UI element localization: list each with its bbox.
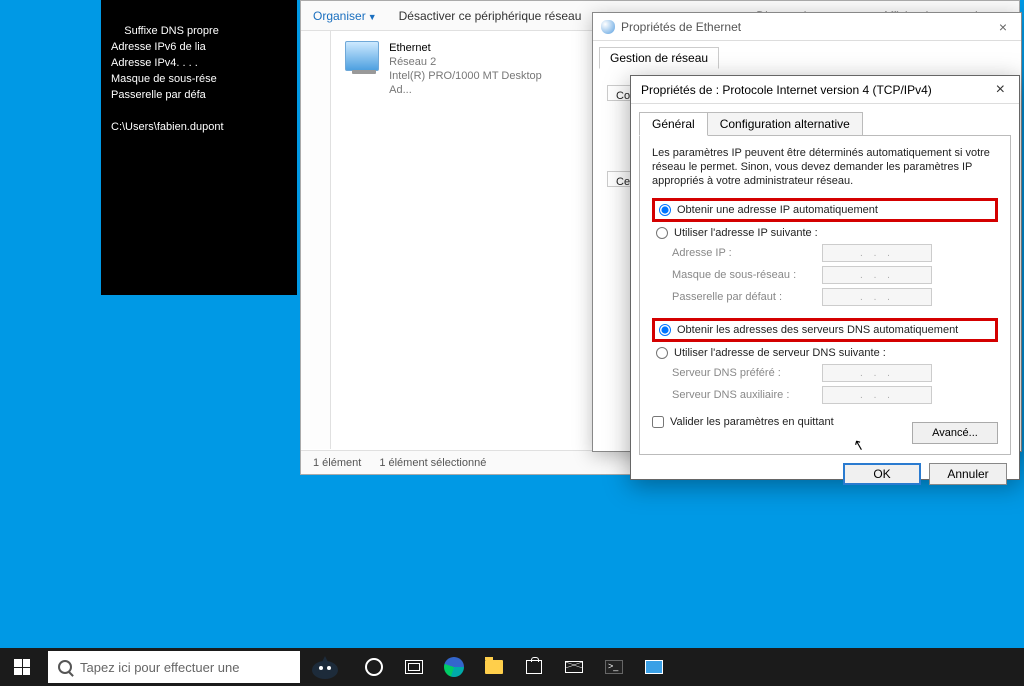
taskbar[interactable]: Tapez ici pour effectuer une >_ (0, 648, 1024, 686)
subnet-mask-input[interactable]: . . . (822, 266, 932, 284)
cancel-button[interactable]: Annuler (929, 463, 1007, 485)
close-icon[interactable]: × (993, 19, 1013, 35)
explorer-left-pane (301, 31, 331, 449)
field-ip-address: Adresse IP : . . . (652, 242, 998, 264)
adapter-network: Réseau 2 (389, 55, 557, 69)
field-dns-aux: Serveur DNS auxiliaire : . . . (652, 384, 998, 406)
status-count: 1 élément (313, 457, 361, 469)
store-icon[interactable] (514, 648, 554, 686)
radio-obtain-ip-auto[interactable]: Obtenir une adresse IP automatiquement (655, 201, 995, 219)
radio-dns-auto-input[interactable] (659, 324, 671, 336)
terminal-icon[interactable]: >_ (594, 648, 634, 686)
advanced-button[interactable]: Avancé... (912, 422, 998, 444)
start-button[interactable] (0, 648, 44, 686)
tab-general[interactable]: Général (639, 112, 708, 136)
tab-network-management[interactable]: Gestion de réseau (599, 47, 719, 69)
ok-button[interactable]: OK (843, 463, 921, 485)
network-settings-icon[interactable] (634, 648, 674, 686)
radio-use-dns-manual[interactable]: Utiliser l'adresse de serveur DNS suivan… (652, 344, 998, 362)
ethernet-adapter-item[interactable]: Ethernet Réseau 2 Intel(R) PRO/1000 MT D… (341, 37, 561, 101)
highlight-dns-auto: Obtenir les adresses des serveurs DNS au… (652, 318, 998, 342)
ethernet-text: Ethernet Réseau 2 Intel(R) PRO/1000 MT D… (389, 41, 557, 97)
network-adapter-icon (345, 41, 379, 71)
dns-aux-input[interactable]: . . . (822, 386, 932, 404)
close-icon[interactable]: × (992, 81, 1009, 99)
radio-dns-manual-input[interactable] (656, 347, 668, 359)
radio-ip-auto-input[interactable] (659, 204, 671, 216)
ipv4-button-row: OK Annuler (631, 463, 1019, 495)
ip-address-input[interactable]: . . . (822, 244, 932, 262)
ipv4-properties-dialog[interactable]: Propriétés de : Protocole Internet versi… (630, 75, 1020, 480)
search-placeholder: Tapez ici pour effectuer une (80, 660, 239, 675)
gateway-input[interactable]: . . . (822, 288, 932, 306)
organise-menu[interactable]: Organiser▼ (313, 9, 377, 23)
ipv4-body: Les paramètres IP peuvent être déterminé… (639, 135, 1011, 455)
ipv4-title-text: Propriétés de : Protocole Internet versi… (641, 83, 992, 97)
cortana-icon[interactable] (304, 648, 346, 686)
search-input[interactable]: Tapez ici pour effectuer une (48, 651, 300, 683)
field-gateway: Passerelle par défaut : . . . (652, 286, 998, 308)
dns-preferred-input[interactable]: . . . (822, 364, 932, 382)
adapter-device: Intel(R) PRO/1000 MT Desktop Ad... (389, 69, 557, 97)
status-selected: 1 élément sélectionné (379, 457, 486, 469)
radio-use-ip-manual[interactable]: Utiliser l'adresse IP suivante : (652, 224, 998, 242)
ipv4-tabs: Général Configuration alternative (631, 104, 1019, 136)
ipv4-description: Les paramètres IP peuvent être déterminé… (652, 146, 998, 188)
validate-checkbox[interactable] (652, 416, 664, 428)
adapter-name: Ethernet (389, 41, 557, 55)
field-subnet-mask: Masque de sous-réseau : . . . (652, 264, 998, 286)
edge-icon[interactable] (434, 648, 474, 686)
shield-icon (601, 20, 615, 34)
highlight-ip-auto: Obtenir une adresse IP automatiquement (652, 198, 998, 222)
radio-ip-manual-input[interactable] (656, 227, 668, 239)
ethernet-dialog-titlebar[interactable]: Propriétés de Ethernet × (593, 13, 1021, 41)
tab-alt-config[interactable]: Configuration alternative (707, 112, 863, 136)
task-view-icon[interactable] (394, 648, 434, 686)
command-prompt-window[interactable]: Suffixe DNS propre Adresse IPv6 de lia A… (101, 0, 297, 295)
windows-logo-icon (14, 659, 30, 675)
radio-obtain-dns-auto[interactable]: Obtenir les adresses des serveurs DNS au… (655, 321, 995, 339)
ipv4-titlebar[interactable]: Propriétés de : Protocole Internet versi… (631, 76, 1019, 104)
cortana-ring-icon[interactable] (354, 648, 394, 686)
mail-icon[interactable] (554, 648, 594, 686)
search-icon (58, 660, 72, 674)
cmd-output: Suffixe DNS propre Adresse IPv6 de lia A… (111, 25, 224, 133)
chevron-down-icon: ▼ (368, 12, 377, 22)
ethernet-dialog-title: Propriétés de Ethernet (621, 20, 741, 34)
disable-device-action[interactable]: Désactiver ce périphérique réseau (399, 9, 582, 23)
file-explorer-icon[interactable] (474, 648, 514, 686)
field-dns-pref: Serveur DNS préféré : . . . (652, 362, 998, 384)
taskbar-icons: >_ (354, 648, 674, 686)
